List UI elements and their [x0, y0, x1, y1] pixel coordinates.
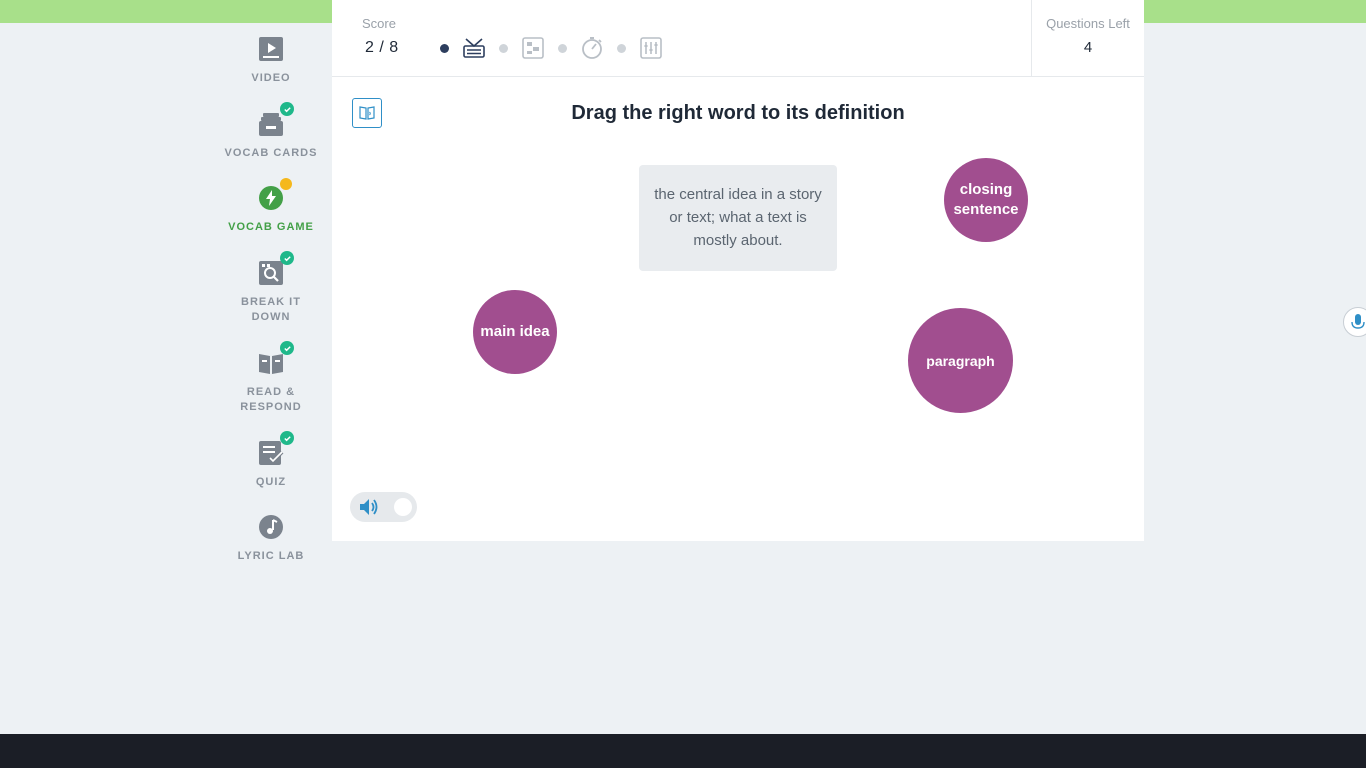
sidebar-item-label: READ & RESPOND [240, 386, 302, 413]
video-icon [256, 34, 286, 64]
music-note-icon [256, 512, 286, 542]
lightning-icon [256, 178, 292, 213]
microphone-button[interactable] [1343, 307, 1366, 337]
puzzle-icon [521, 36, 545, 60]
progress-dot [440, 43, 449, 53]
sidebar-item-lyric-lab[interactable]: LYRIC LAB [221, 512, 321, 564]
sidebar-item-label: VIDEO [251, 72, 291, 84]
vocab-cards-icon [256, 102, 294, 139]
page-footer [0, 734, 1366, 768]
questions-left-value: 4 [1083, 39, 1093, 56]
progress-dot [617, 43, 626, 53]
equalizer-icon [639, 36, 663, 60]
word-bubble-main-idea[interactable]: main idea [473, 290, 557, 374]
word-bubble-closing-sentence[interactable]: closing sentence [944, 158, 1028, 242]
sidebar-item-label: VOCAB GAME [228, 221, 314, 233]
questions-left-label: Questions Left [1046, 16, 1130, 31]
questions-left-panel: Questions Left 4 [1031, 0, 1144, 76]
progress-dot [499, 43, 508, 53]
speaker-icon [360, 499, 378, 515]
book-icon [256, 341, 294, 378]
quiz-icon [256, 431, 294, 468]
microphone-icon [1351, 314, 1365, 329]
sidebar-item-vocab-game[interactable]: VOCAB GAME [221, 178, 321, 235]
sidebar-item-quiz[interactable]: QUIZ [221, 431, 321, 490]
speech-bubble-icon [462, 36, 486, 60]
toggle-knob [394, 498, 412, 516]
sidebar-item-label: QUIZ [255, 476, 287, 488]
sidebar-item-video[interactable]: VIDEO [221, 34, 321, 86]
in-progress-badge [280, 178, 292, 190]
word-bubble-paragraph[interactable]: paragraph [908, 308, 1013, 413]
round-progress [427, 36, 663, 60]
stopwatch-icon [580, 36, 604, 60]
score-value: 2 / 8 [365, 39, 399, 56]
completed-check-icon [280, 251, 294, 265]
game-instruction: Drag the right word to its definition [571, 102, 905, 124]
sidebar-item-label: VOCAB CARDS [224, 147, 318, 159]
sidebar-item-label: BREAK IT DOWN [241, 296, 301, 323]
sidebar-item-break-it-down[interactable]: BREAK IT DOWN [221, 251, 321, 325]
sidebar-item-label: LYRIC LAB [237, 550, 305, 562]
game-header: Score 2 / 8 Questions Left 4 [332, 0, 1144, 77]
sound-toggle[interactable] [350, 492, 417, 522]
progress-dot [558, 43, 567, 53]
completed-check-icon [280, 102, 294, 116]
sidebar-item-read-respond[interactable]: READ & RESPOND [221, 341, 321, 415]
break-it-down-icon [256, 251, 294, 288]
completed-check-icon [280, 431, 294, 445]
definition-drop-target[interactable]: the central idea in a story or text; wha… [639, 165, 837, 271]
vocab-game-card: Score 2 / 8 Questions Left 4 Drag the ri… [332, 0, 1144, 541]
score-label: Score [362, 16, 396, 31]
completed-check-icon [280, 341, 294, 355]
sidebar-item-vocab-cards[interactable]: VOCAB CARDS [221, 102, 321, 161]
